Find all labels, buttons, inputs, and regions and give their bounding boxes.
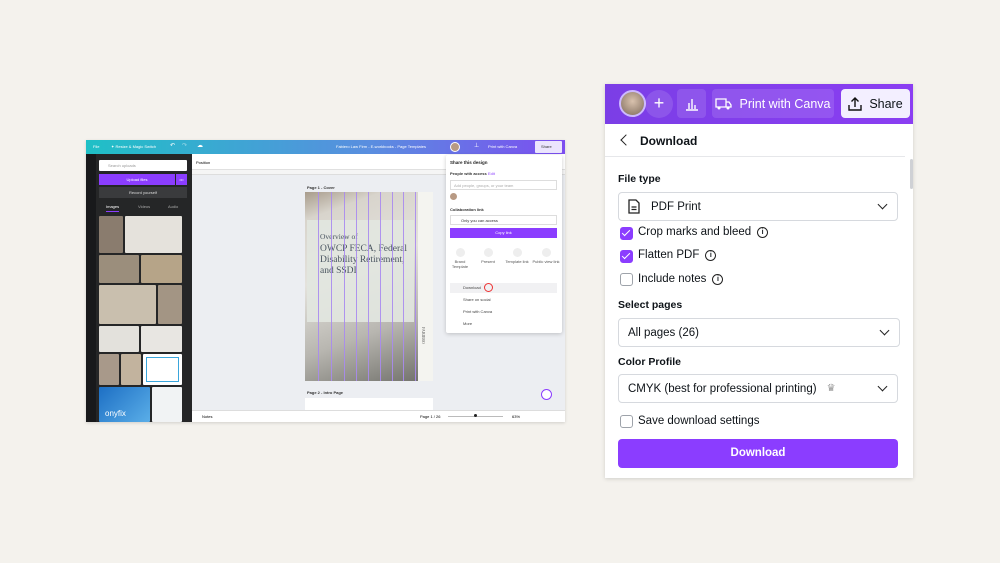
chevron-down-icon [877, 199, 888, 210]
download-panel: + Print with Canva Share Download File t… [605, 84, 913, 478]
include-notes-checkbox[interactable] [620, 273, 633, 286]
insights-button[interactable] [677, 89, 706, 118]
download-button[interactable]: Download [618, 439, 898, 468]
side-rail [86, 154, 96, 422]
upload-thumbnail[interactable] [141, 255, 182, 283]
cover-title: OWCP FECA, Federal Disability Retirement… [320, 244, 407, 276]
file-type-select[interactable]: PDF Print [618, 192, 898, 221]
document-icon [628, 199, 640, 214]
scrollbar[interactable] [910, 159, 913, 189]
option-template-link[interactable]: Template link [504, 248, 530, 264]
select-pages-label: Select pages [618, 299, 683, 311]
panel-title: Download [640, 134, 698, 148]
avatar[interactable] [450, 142, 460, 152]
search-input[interactable]: Search uploads [99, 160, 187, 171]
zoom-slider-handle[interactable] [474, 414, 477, 417]
color-profile-select[interactable]: CMYK (best for professional printing) ♛ [618, 374, 898, 403]
copy-link-button[interactable]: Copy link [450, 228, 557, 238]
file-type-label: File type [618, 173, 661, 185]
crown-icon: ♛ [826, 383, 836, 394]
menu-print[interactable]: Print with Canva [450, 307, 557, 317]
magic-assistant-button[interactable] [541, 389, 552, 400]
upload-thumbnail[interactable]: onyfix [99, 387, 150, 422]
crop-marks-checkbox[interactable] [620, 227, 633, 240]
info-icon[interactable]: i [712, 273, 724, 285]
editor-topbar: File ✦ Resize & Magic Switch ↶ ↷ ☁ Fabie… [86, 140, 565, 154]
menu-more[interactable]: More [450, 319, 557, 329]
file-menu[interactable]: File [93, 144, 99, 149]
upload-thumbnail[interactable] [99, 285, 156, 324]
zoom-level[interactable]: 63% [512, 414, 520, 419]
download-title-bar: Download [605, 124, 905, 157]
tab-videos[interactable]: Videos [138, 204, 150, 209]
editor-footer: Notes Page 1 / 26 63% [192, 410, 565, 422]
save-settings-checkbox[interactable] [620, 415, 633, 428]
upload-thumbnail[interactable] [125, 216, 182, 253]
uploads-panel: Search uploads Upload files ••• Record y… [96, 154, 192, 422]
avatar[interactable] [619, 90, 646, 117]
add-people-input[interactable]: Add people, groups, or your team [450, 180, 557, 190]
notes-button[interactable]: Notes [202, 414, 212, 419]
insights-icon[interactable]: ⊥ [474, 142, 479, 149]
cloud-icon: ☁ [197, 143, 203, 149]
share-dropdown: Share this design People with access Edi… [446, 155, 562, 333]
cover-subtitle: Overview of [320, 232, 358, 241]
color-profile-label: Color Profile [618, 356, 682, 368]
back-icon[interactable] [620, 134, 632, 146]
editor-screenshot: File ✦ Resize & Magic Switch ↶ ↷ ☁ Fabie… [86, 140, 565, 422]
chevron-down-icon [877, 381, 888, 392]
truck-icon [715, 98, 733, 110]
share-button[interactable]: Share [841, 89, 910, 118]
page-intro[interactable] [305, 398, 433, 410]
position-button[interactable]: Position [196, 160, 210, 165]
chevron-down-icon [879, 325, 890, 336]
edit-access-link[interactable]: Edit [488, 171, 495, 176]
page-counter[interactable]: Page 1 / 26 [420, 414, 440, 419]
page-sidebar-strip: FABIERO [418, 192, 433, 381]
upload-thumbnail[interactable] [143, 354, 182, 385]
menu-share-social[interactable]: Share on social [450, 295, 557, 305]
side-brand-text: FABIERO [421, 327, 426, 344]
option-present[interactable]: Present [478, 248, 498, 264]
upload-thumbnail[interactable] [99, 326, 139, 352]
flatten-pdf-checkbox[interactable] [620, 250, 633, 263]
print-with-canva-button[interactable]: Print with Canva [712, 89, 834, 118]
option-public-view-link[interactable]: Public view link [531, 248, 561, 264]
info-icon[interactable]: i [757, 226, 769, 238]
avatar [450, 193, 457, 200]
upload-thumbnail[interactable] [152, 387, 182, 422]
upload-thumbnail[interactable] [141, 326, 182, 352]
record-button[interactable]: Record yourself [99, 187, 187, 198]
bar-chart-icon [685, 98, 698, 111]
upload-icon [848, 96, 863, 111]
undo-icon[interactable]: ↶ [170, 142, 175, 149]
page1-label: Page 1 - Cover [307, 185, 335, 190]
upload-thumbnail[interactable] [99, 255, 139, 283]
option-brand-template[interactable]: Brand Template [450, 248, 470, 269]
cover-text-box: Overview of OWCP FECA, Federal Disabilit… [307, 220, 414, 322]
add-collaborator-icon[interactable]: + [645, 90, 673, 118]
share-button[interactable]: Share [535, 141, 562, 153]
print-button[interactable]: Print with Canva [488, 144, 517, 149]
resize-button[interactable]: ✦ Resize & Magic Switch [111, 144, 156, 149]
upload-thumbnail[interactable] [99, 354, 119, 385]
upload-thumbnail[interactable] [99, 216, 123, 253]
page-cover[interactable]: Overview of OWCP FECA, Federal Disabilit… [305, 192, 433, 381]
redo-icon[interactable]: ↷ [182, 142, 187, 149]
menu-download[interactable]: Download [450, 283, 557, 293]
upload-files-button[interactable]: Upload files [99, 174, 175, 185]
tab-images[interactable]: Images [106, 204, 120, 212]
more-options-button[interactable]: ••• [176, 174, 187, 185]
page2-label: Page 2 - Intro Page [307, 390, 344, 395]
upload-thumbnail[interactable] [158, 285, 182, 324]
panel-header: + Print with Canva Share [605, 84, 913, 124]
tab-audio[interactable]: Audio [168, 204, 178, 209]
upload-thumbnail[interactable] [121, 354, 141, 385]
info-icon[interactable]: i [705, 249, 717, 261]
select-pages-select[interactable]: All pages (26) [618, 318, 900, 347]
collab-select[interactable]: Only you can access [450, 215, 557, 225]
doc-title[interactable]: Fabiero Law Firm - E-workbooks - Page Te… [336, 144, 426, 149]
